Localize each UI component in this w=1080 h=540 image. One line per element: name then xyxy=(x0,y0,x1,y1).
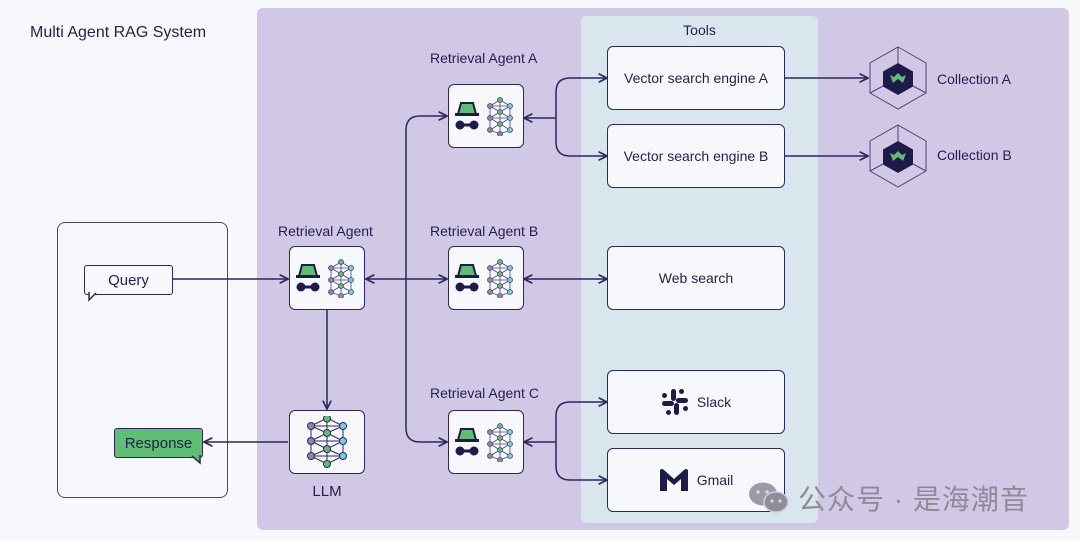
collection-a-label: Collection A xyxy=(937,71,1011,87)
slack-label: Slack xyxy=(696,394,732,410)
response-bubble-tail xyxy=(191,455,201,465)
weaviate-cube-icon xyxy=(869,46,927,110)
collection-b-icon-wrap[interactable] xyxy=(869,124,927,193)
slack-tool[interactable]: Slack xyxy=(607,370,785,434)
wire-agent-c-to-slack xyxy=(555,402,607,442)
vector-search-engine-a[interactable]: Vector search engine A xyxy=(607,46,785,110)
vector-search-engine-b-label: Vector search engine B xyxy=(623,148,769,164)
weaviate-cube-icon xyxy=(869,124,927,188)
retrieval-agent-c-label: Retrieval Agent C xyxy=(430,385,539,401)
web-search-tool[interactable]: Web search xyxy=(607,246,785,310)
neural-network-icon xyxy=(487,423,513,462)
response-bubble[interactable]: Response xyxy=(114,428,203,458)
llm-label: LLM xyxy=(312,483,342,500)
llm-node[interactable] xyxy=(289,410,365,474)
retrieval-agent-label: Retrieval Agent xyxy=(278,223,373,239)
spy-agent-icon xyxy=(455,259,513,298)
slack-icon xyxy=(661,389,688,415)
collection-a-icon-wrap[interactable] xyxy=(869,46,927,115)
neural-network-icon xyxy=(487,97,513,136)
gmail-label: Gmail xyxy=(696,472,734,488)
retrieval-agent-c-node[interactable] xyxy=(448,410,524,474)
query-bubble[interactable]: Query xyxy=(84,265,173,295)
watermark-text: 公众号 · 是海潮音 xyxy=(798,484,1029,515)
wire-agent-a-to-vec-b xyxy=(555,118,607,156)
watermark: 公众号 · 是海潮音 xyxy=(748,478,1029,518)
gmail-icon xyxy=(659,469,688,491)
retrieval-agent-b-label: Retrieval Agent B xyxy=(430,223,539,239)
spy-agent-icon xyxy=(296,259,354,298)
retrieval-agent-b-node[interactable] xyxy=(448,246,524,310)
vector-search-engine-b[interactable]: Vector search engine B xyxy=(607,124,785,188)
web-search-label: Web search xyxy=(658,270,734,286)
wire-bus-to-agent-c xyxy=(405,279,447,442)
wire-agent-a-to-vec-a xyxy=(555,78,607,118)
wechat-icon xyxy=(749,482,789,513)
neural-network-icon xyxy=(487,259,513,298)
wire-agent-c-to-gmail xyxy=(555,442,607,480)
wire-bus-to-agent-a xyxy=(405,116,447,279)
query-label: Query xyxy=(108,271,149,289)
spy-agent-icon xyxy=(455,423,513,462)
spy-agent-icon xyxy=(455,97,513,136)
retrieval-agent-node[interactable] xyxy=(289,246,365,310)
query-bubble-tail xyxy=(88,292,97,302)
neural-network-icon xyxy=(328,259,354,298)
retrieval-agent-a-label: Retrieval Agent A xyxy=(430,50,538,66)
collection-b-label: Collection B xyxy=(937,147,1012,163)
retrieval-agent-a-node[interactable] xyxy=(448,84,524,148)
vector-search-engine-a-label: Vector search engine A xyxy=(624,70,768,86)
neural-network-icon xyxy=(307,416,347,468)
response-label: Response xyxy=(124,434,193,452)
